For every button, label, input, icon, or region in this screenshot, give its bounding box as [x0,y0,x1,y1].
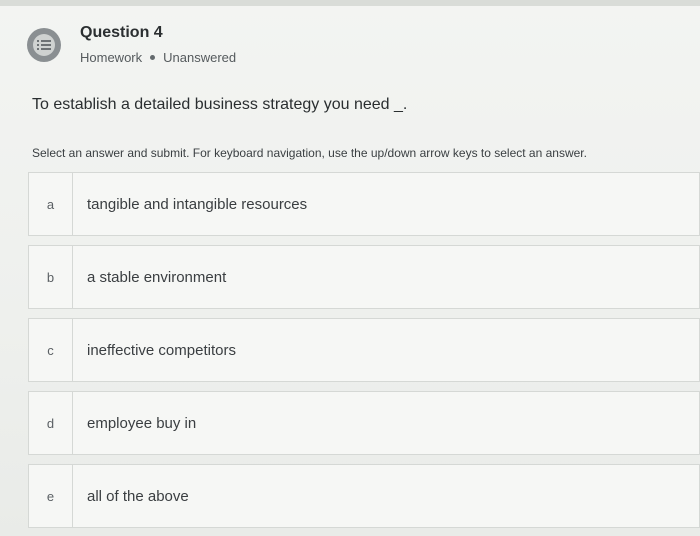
option-letter: e [29,465,73,527]
question-title: Question 4 [80,24,163,41]
question-list-icon [27,28,61,62]
answer-option-e[interactable]: e all of the above [28,464,700,528]
answer-option-b[interactable]: b a stable environment [28,245,700,309]
option-letter: b [29,246,73,308]
question-type: Homework [80,50,143,65]
answer-option-a[interactable]: a tangible and intangible resources [28,172,700,236]
answer-option-c[interactable]: c ineffective competitors [28,318,700,382]
option-text: tangible and intangible resources [87,195,308,213]
option-text: all of the above [87,487,189,505]
top-divider [0,0,700,6]
answer-options: a tangible and intangible resources b a … [28,172,700,536]
separator-dot [150,55,156,60]
status-label: Unanswered [163,50,237,65]
answer-instructions: Select an answer and submit. For keyboar… [32,146,587,160]
option-letter: d [29,392,73,454]
question-header: Question 4 Homework Unanswered [24,22,684,72]
question-meta: Homework Unanswered [80,50,236,65]
option-text: a stable environment [87,268,227,286]
question-page: Question 4 Homework Unanswered To establ… [0,0,700,536]
question-prompt: To establish a detailed business strateg… [32,96,408,113]
answer-option-d[interactable]: d employee buy in [28,391,700,455]
option-letter: a [29,173,73,235]
option-letter: c [29,319,73,381]
option-text: employee buy in [87,414,197,432]
option-text: ineffective competitors [87,341,236,359]
